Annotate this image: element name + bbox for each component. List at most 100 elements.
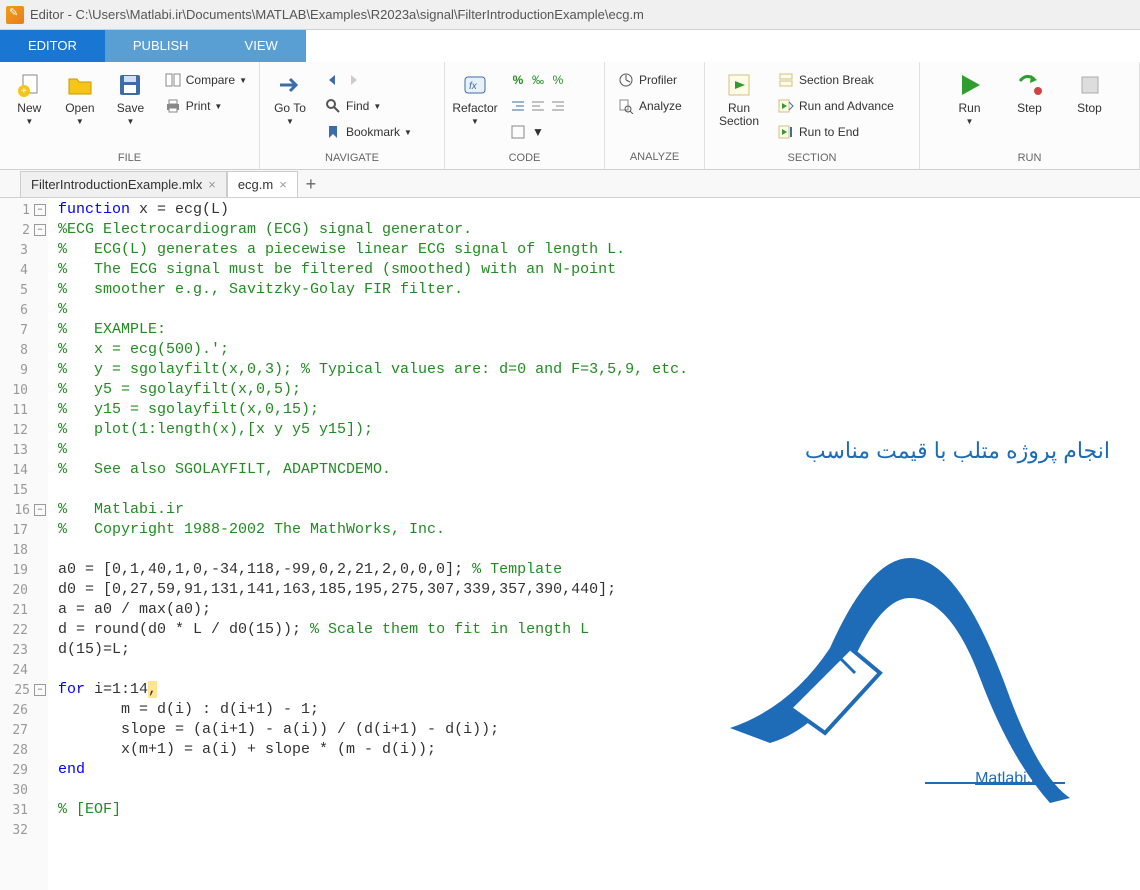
line-number: 26 — [0, 703, 28, 718]
code-line[interactable]: d = round(d0 * L / d0(15)); % Scale them… — [58, 620, 1140, 640]
fold-toggle[interactable]: − — [34, 684, 46, 696]
run-advance-button[interactable]: Run and Advance — [773, 94, 898, 118]
bookmark-button[interactable]: Bookmark ▼ — [320, 120, 416, 144]
chevron-down-icon: ▼ — [471, 117, 479, 126]
analyze-button[interactable]: Analyze — [613, 94, 686, 118]
compare-button[interactable]: Compare ▼ — [160, 68, 251, 92]
line-number: 11 — [0, 403, 28, 418]
line-number: 17 — [0, 523, 28, 538]
code-line[interactable]: function x = ecg(L) — [58, 200, 1140, 220]
tab-view[interactable]: VIEW — [217, 30, 306, 62]
run-to-end-button[interactable]: Run to End — [773, 120, 898, 144]
group-label-code: CODE — [445, 152, 604, 169]
code-line[interactable]: x(m+1) = a(i) + slope * (m - d(i)); — [58, 740, 1140, 760]
file-tab-ecg[interactable]: ecg.m × — [227, 171, 298, 197]
goto-button[interactable]: Go To ▼ — [266, 66, 314, 148]
open-button[interactable]: Open ▼ — [57, 66, 104, 148]
wrap-comment-icon: % — [549, 71, 567, 89]
line-number: 10 — [0, 383, 28, 398]
code-line[interactable]: d(15)=L; — [58, 640, 1140, 660]
forward-icon — [344, 71, 362, 89]
add-tab-button[interactable]: + — [298, 171, 324, 197]
code-line[interactable]: %ECG Electrocardiogram (ECG) signal gene… — [58, 220, 1140, 240]
code-line[interactable]: % y15 = sgolayfilt(x,0,15); — [58, 400, 1140, 420]
line-number: 24 — [0, 663, 28, 678]
stop-button[interactable]: Stop — [1066, 66, 1114, 148]
fold-toggle[interactable]: − — [34, 224, 46, 236]
profiler-icon — [617, 71, 635, 89]
code-line[interactable] — [58, 540, 1140, 560]
line-number: 29 — [0, 763, 28, 778]
line-number: 16 — [2, 503, 30, 518]
fold-toggle[interactable]: − — [34, 204, 46, 216]
new-button[interactable]: + New ▼ — [6, 66, 53, 148]
code-line[interactable]: % [EOF] — [58, 800, 1140, 820]
code-line[interactable]: end — [58, 760, 1140, 780]
code-line[interactable]: % ECG(L) generates a piecewise linear EC… — [58, 240, 1140, 260]
stop-icon — [1075, 70, 1105, 100]
line-number: 18 — [0, 543, 28, 558]
section-break-button[interactable]: Section Break — [773, 68, 898, 92]
code-line[interactable]: % Copyright 1988-2002 The MathWorks, Inc… — [58, 520, 1140, 540]
code-line[interactable]: % smoother e.g., Savitzky-Golay FIR filt… — [58, 280, 1140, 300]
code-line[interactable]: % x = ecg(500).'; — [58, 340, 1140, 360]
line-number: 6 — [0, 303, 28, 318]
toolstrip: + New ▼ Open ▼ Save ▼ Compare ▼ — [0, 62, 1140, 170]
svg-text:+: + — [21, 86, 27, 97]
nav-back-forward[interactable] — [320, 68, 416, 92]
code-line[interactable]: a0 = [0,1,40,1,0,-34,118,-99,0,2,21,2,0,… — [58, 560, 1140, 580]
indent-buttons[interactable] — [505, 94, 571, 118]
code-line[interactable] — [58, 780, 1140, 800]
code-line[interactable]: a = a0 / max(a0); — [58, 600, 1140, 620]
profiler-button[interactable]: Profiler — [613, 68, 686, 92]
code-line[interactable]: % The ECG signal must be filtered (smoot… — [58, 260, 1140, 280]
comment-icon: % — [509, 71, 527, 89]
run-button[interactable]: Run ▼ — [946, 66, 994, 148]
group-label-run: RUN — [920, 152, 1139, 169]
code-line[interactable]: m = d(i) : d(i+1) - 1; — [58, 700, 1140, 720]
line-number: 15 — [0, 483, 28, 498]
goto-icon — [275, 70, 305, 100]
chevron-down-icon: ▼ — [286, 117, 294, 126]
find-button[interactable]: Find ▼ — [320, 94, 416, 118]
code-line[interactable]: for i=1:14, — [58, 680, 1140, 700]
tab-editor[interactable]: EDITOR — [0, 30, 105, 62]
fold-dropdown-icon: ▼ — [529, 123, 547, 141]
code-area[interactable]: function x = ecg(L)%ECG Electrocardiogra… — [48, 198, 1140, 890]
line-number: 7 — [0, 323, 28, 338]
code-line[interactable]: % y5 = sgolayfilt(x,0,5); — [58, 380, 1140, 400]
run-section-button[interactable]: Run Section — [711, 66, 767, 148]
code-line[interactable]: % y = sgolayfilt(x,0,3); % Typical value… — [58, 360, 1140, 380]
line-number: 8 — [0, 343, 28, 358]
refactor-button[interactable]: fx Refactor ▼ — [451, 66, 499, 148]
print-button[interactable]: Print ▼ — [160, 94, 251, 118]
code-line[interactable] — [58, 660, 1140, 680]
close-icon[interactable]: × — [208, 177, 216, 192]
close-icon[interactable]: × — [279, 177, 287, 192]
fold-buttons[interactable]: ▼ — [505, 120, 571, 144]
code-line[interactable]: % — [58, 440, 1140, 460]
section-break-icon — [777, 71, 795, 89]
code-line[interactable]: % Matlabi.ir — [58, 500, 1140, 520]
fold-toggle[interactable]: − — [34, 504, 46, 516]
file-tab-example[interactable]: FilterIntroductionExample.mlx × — [20, 171, 227, 197]
code-line[interactable] — [58, 820, 1140, 840]
comment-buttons[interactable]: % ‰ % — [505, 68, 571, 92]
code-line[interactable] — [58, 480, 1140, 500]
code-line[interactable]: % — [58, 300, 1140, 320]
save-button[interactable]: Save ▼ — [107, 66, 154, 148]
line-number: 1 — [2, 203, 30, 218]
chevron-down-icon: ▼ — [214, 102, 222, 111]
refactor-icon: fx — [460, 70, 490, 100]
fold-icon — [509, 123, 527, 141]
uncomment-icon: ‰ — [529, 71, 547, 89]
tab-publish[interactable]: PUBLISH — [105, 30, 217, 62]
code-line[interactable]: slope = (a(i+1) - a(i)) / (d(i+1) - d(i)… — [58, 720, 1140, 740]
code-line[interactable]: d0 = [0,27,59,91,131,141,163,185,195,275… — [58, 580, 1140, 600]
code-line[interactable]: % EXAMPLE: — [58, 320, 1140, 340]
step-button[interactable]: Step — [1006, 66, 1054, 148]
new-file-icon: + — [14, 70, 44, 100]
file-tabs: FilterIntroductionExample.mlx × ecg.m × … — [0, 170, 1140, 198]
code-line[interactable]: % See also SGOLAYFILT, ADAPTNCDEMO. — [58, 460, 1140, 480]
code-line[interactable]: % plot(1:length(x),[x y y5 y15]); — [58, 420, 1140, 440]
